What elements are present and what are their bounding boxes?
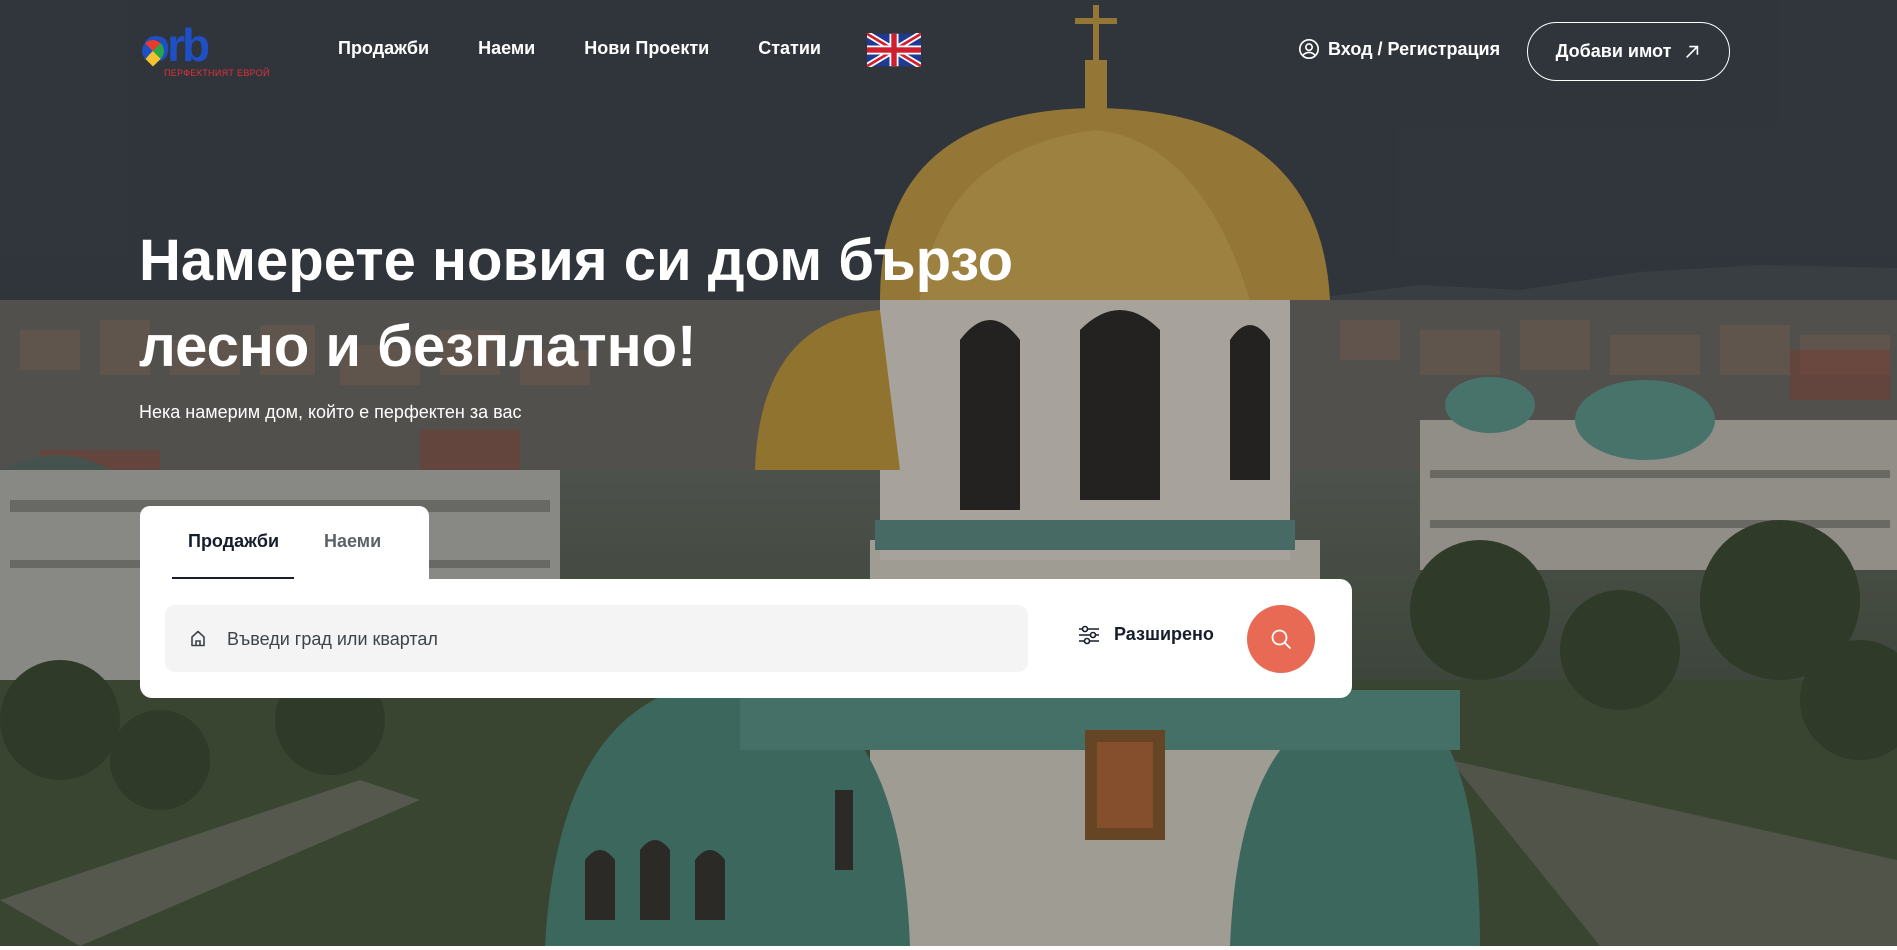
nav-item-articles[interactable]: Статии — [758, 38, 821, 59]
hero-headline-line2: лесно и безплатно! — [139, 314, 697, 379]
hero-headline-line1: Намерете новия си дом бързо — [139, 228, 1014, 293]
tab-rentals[interactable]: Наеми — [324, 531, 381, 552]
home-icon — [191, 630, 205, 647]
main-nav: Продажби Наеми Нови Проекти Статии — [338, 38, 870, 59]
hero-background — [0, 0, 1897, 946]
login-label: Вход / Регистрация — [1328, 38, 1501, 59]
advanced-label: Разширено — [1114, 624, 1214, 644]
nav-item-new-projects[interactable]: Нови Проекти — [584, 38, 709, 59]
uk-flag-icon[interactable] — [867, 33, 921, 67]
search-button[interactable] — [1247, 605, 1315, 673]
search-icon — [1271, 629, 1291, 649]
add-property-label: Добави имот — [1555, 41, 1672, 61]
add-property-button[interactable]: Добави имот — [1527, 22, 1730, 81]
hero-subheadline: Нека намерим дом, който е перфектен за в… — [139, 402, 522, 422]
site-header: orb ПЕРФЕКТНИЯТ ЕВРОЙ Продажби Наеми Нов… — [0, 0, 1897, 100]
site-logo[interactable]: orb ПЕРФЕКТНИЯТ ЕВРОЙ — [137, 22, 270, 82]
advanced-search-toggle[interactable]: Разширено — [1078, 624, 1214, 645]
nav-item-sales[interactable]: Продажби — [338, 38, 429, 59]
location-search-field — [165, 605, 1028, 672]
search-tabs: Продажби Наеми — [140, 506, 429, 579]
arrow-up-right-icon — [1686, 45, 1699, 58]
hero-dark-overlay — [0, 0, 1897, 946]
user-circle-icon — [1299, 39, 1319, 59]
location-search-input[interactable] — [227, 625, 987, 653]
nav-item-rentals[interactable]: Наеми — [478, 38, 535, 59]
tab-sales[interactable]: Продажби — [188, 531, 279, 552]
logo-tagline: ПЕРФЕКТНИЯТ ЕВРОЙ — [164, 68, 270, 78]
login-register-link[interactable]: Вход / Регистрация — [1298, 38, 1500, 60]
search-panel: Разширено — [140, 579, 1352, 698]
sliders-icon — [1079, 625, 1099, 644]
hero-headline: Намерете новия си дом бързо лесно и безп… — [139, 218, 1039, 390]
